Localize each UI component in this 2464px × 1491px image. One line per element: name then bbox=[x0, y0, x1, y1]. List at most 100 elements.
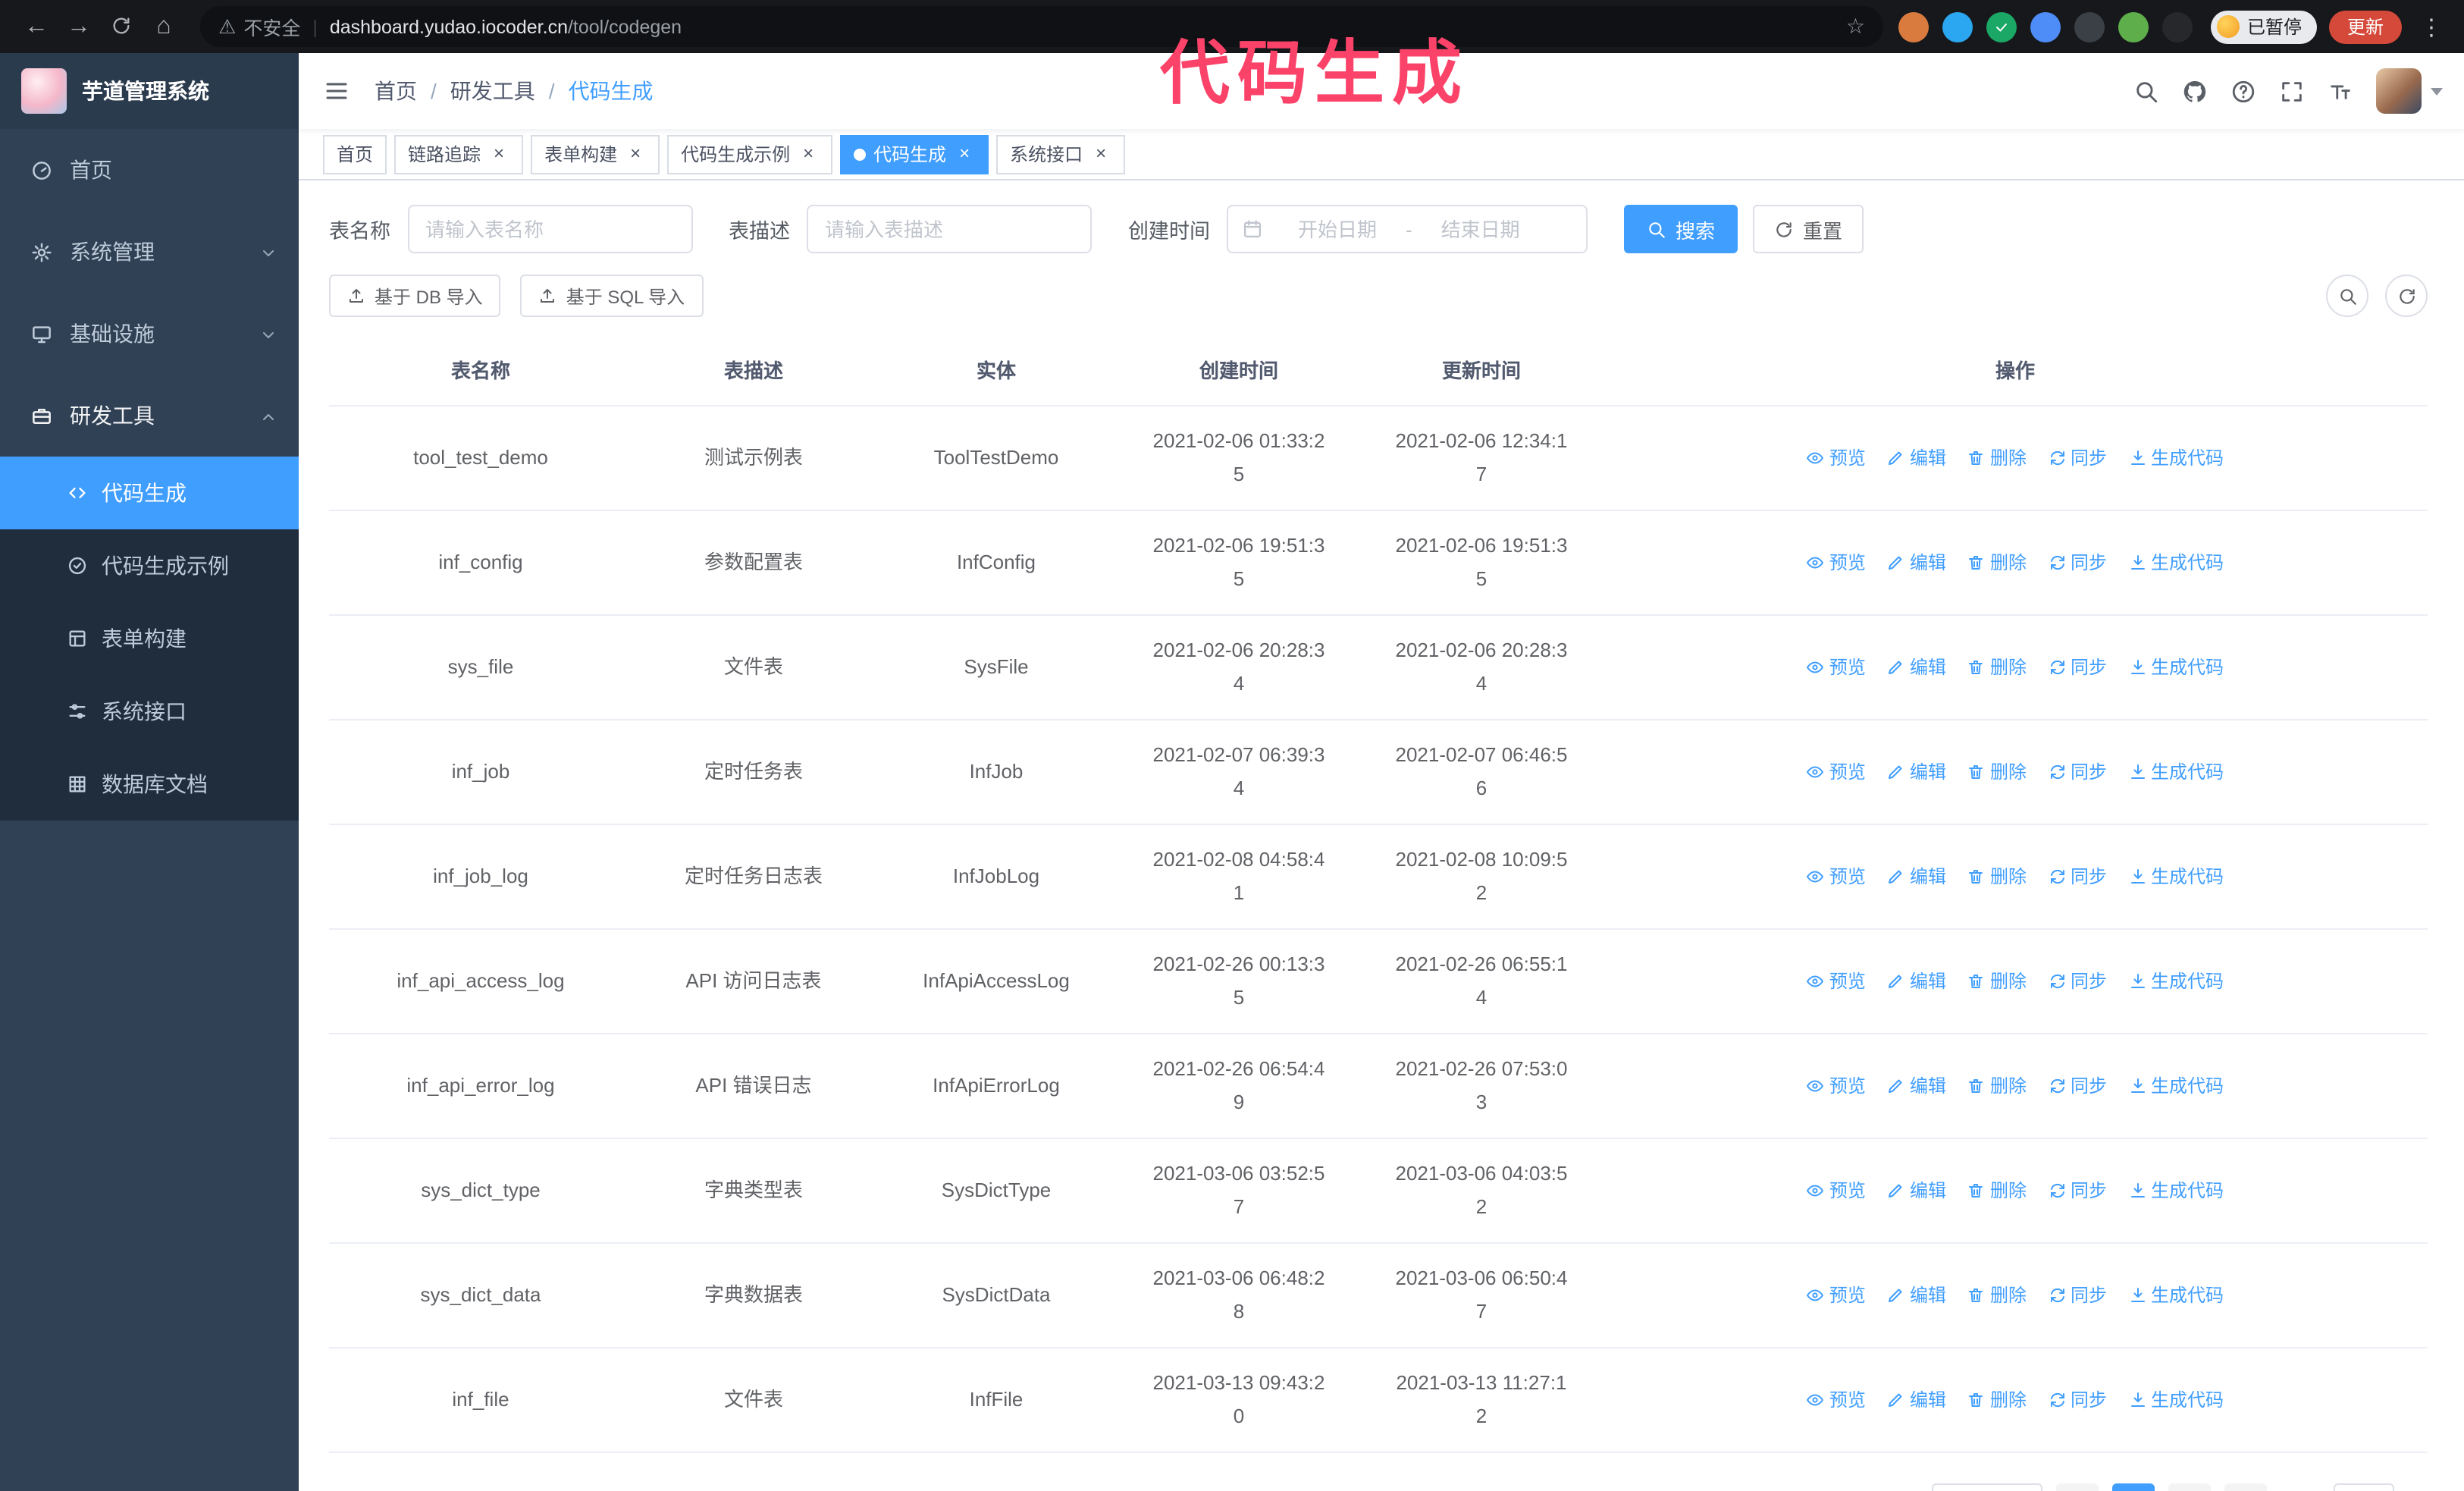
tab-close-icon[interactable]: × bbox=[1090, 143, 1111, 165]
reload-icon[interactable] bbox=[100, 13, 143, 40]
sync-link[interactable]: 同步 bbox=[2048, 1069, 2107, 1103]
tab-codegen[interactable]: 代码生成 × bbox=[840, 134, 989, 174]
preview-link[interactable]: 预览 bbox=[1807, 755, 1866, 789]
edit-link[interactable]: 编辑 bbox=[1887, 965, 1946, 998]
home-icon[interactable]: ⌂ bbox=[143, 13, 185, 40]
tab-form-builder[interactable]: 表单构建 × bbox=[531, 134, 660, 174]
page-size-select[interactable]: 10条/页 ▾ bbox=[1931, 1483, 2042, 1491]
sync-link[interactable]: 同步 bbox=[2048, 1174, 2107, 1207]
generate-code-link[interactable]: 生成代码 bbox=[2128, 441, 2224, 475]
edit-link[interactable]: 编辑 bbox=[1887, 860, 1946, 893]
sync-link[interactable]: 同步 bbox=[2048, 1279, 2107, 1312]
back-icon[interactable]: ← bbox=[15, 13, 58, 40]
search-button[interactable]: 搜索 bbox=[1624, 205, 1738, 253]
bookmark-star-icon[interactable]: ☆ bbox=[1846, 14, 1865, 39]
fullscreen-icon[interactable] bbox=[2267, 53, 2315, 129]
extension-icon[interactable] bbox=[1898, 11, 1929, 42]
tab-close-icon[interactable]: × bbox=[954, 143, 975, 165]
preview-link[interactable]: 预览 bbox=[1807, 1174, 1866, 1207]
delete-link[interactable]: 删除 bbox=[1967, 755, 2027, 789]
delete-link[interactable]: 删除 bbox=[1967, 965, 2027, 998]
generate-code-link[interactable]: 生成代码 bbox=[2128, 1279, 2224, 1312]
toggle-search-button[interactable] bbox=[2326, 275, 2368, 317]
edit-link[interactable]: 编辑 bbox=[1887, 1383, 1946, 1417]
delete-link[interactable]: 删除 bbox=[1967, 441, 2027, 475]
help-icon[interactable] bbox=[2218, 53, 2267, 129]
edit-link[interactable]: 编辑 bbox=[1887, 651, 1946, 684]
delete-link[interactable]: 删除 bbox=[1967, 1383, 2027, 1417]
generate-code-link[interactable]: 生成代码 bbox=[2128, 546, 2224, 579]
edit-link[interactable]: 编辑 bbox=[1887, 1174, 1946, 1207]
generate-code-link[interactable]: 生成代码 bbox=[2128, 1383, 2224, 1417]
tab-close-icon[interactable]: × bbox=[798, 143, 819, 165]
generate-code-link[interactable]: 生成代码 bbox=[2128, 651, 2224, 684]
forward-icon[interactable]: → bbox=[58, 13, 100, 40]
table-name-input[interactable] bbox=[407, 205, 692, 253]
sidebar-item-codegen[interactable]: 代码生成 bbox=[0, 457, 299, 529]
tab-system-api[interactable]: 系统接口 × bbox=[996, 134, 1126, 174]
delete-link[interactable]: 删除 bbox=[1967, 651, 2027, 684]
goto-page-input[interactable] bbox=[2333, 1483, 2394, 1491]
sync-link[interactable]: 同步 bbox=[2048, 441, 2107, 475]
sidebar-item-db-docs[interactable]: 数据库文档 bbox=[0, 748, 299, 821]
sync-link[interactable]: 同步 bbox=[2048, 1383, 2107, 1417]
preview-link[interactable]: 预览 bbox=[1807, 1383, 1866, 1417]
extension-icon[interactable] bbox=[2074, 11, 2105, 42]
import-sql-button[interactable]: 基于 SQL 导入 bbox=[520, 275, 704, 317]
edit-link[interactable]: 编辑 bbox=[1887, 441, 1946, 475]
security-label[interactable]: 不安全 bbox=[243, 12, 300, 41]
sidebar-item-home[interactable]: 首页 bbox=[0, 129, 299, 211]
browser-update-button[interactable]: 更新 bbox=[2328, 10, 2402, 43]
delete-link[interactable]: 删除 bbox=[1967, 1174, 2027, 1207]
tab-close-icon[interactable]: × bbox=[625, 143, 646, 165]
sidebar-item-infra[interactable]: 基础设施 bbox=[0, 293, 299, 375]
end-date-input[interactable] bbox=[1415, 218, 1546, 240]
sidebar-item-system[interactable]: 系统管理 bbox=[0, 211, 299, 293]
generate-code-link[interactable]: 生成代码 bbox=[2128, 755, 2224, 789]
page-button-2[interactable]: 2 bbox=[2168, 1483, 2211, 1491]
refresh-table-button[interactable] bbox=[2385, 275, 2428, 317]
preview-link[interactable]: 预览 bbox=[1807, 860, 1866, 893]
tab-close-icon[interactable]: × bbox=[488, 143, 509, 165]
generate-code-link[interactable]: 生成代码 bbox=[2128, 1069, 2224, 1103]
sync-link[interactable]: 同步 bbox=[2048, 651, 2107, 684]
sidebar-item-form-builder[interactable]: 表单构建 bbox=[0, 602, 299, 675]
date-range-picker[interactable]: - bbox=[1227, 205, 1588, 253]
sidebar-toggle[interactable] bbox=[299, 77, 375, 105]
browser-menu-icon[interactable]: ⋮ bbox=[2414, 13, 2449, 40]
preview-link[interactable]: 预览 bbox=[1807, 546, 1866, 579]
user-avatar[interactable] bbox=[2376, 68, 2422, 114]
generate-code-link[interactable]: 生成代码 bbox=[2128, 1174, 2224, 1207]
tab-home[interactable]: 首页 bbox=[323, 134, 387, 174]
table-desc-input[interactable] bbox=[807, 205, 1092, 253]
sync-link[interactable]: 同步 bbox=[2048, 755, 2107, 789]
start-date-input[interactable] bbox=[1272, 218, 1403, 240]
preview-link[interactable]: 预览 bbox=[1807, 651, 1866, 684]
address-bar[interactable]: ⚠ 不安全 | dashboard.yudao.iocoder.cn /tool… bbox=[200, 6, 1883, 47]
sidebar-item-codegen-example[interactable]: 代码生成示例 bbox=[0, 529, 299, 602]
extension-icon[interactable] bbox=[2118, 11, 2149, 42]
github-icon[interactable] bbox=[2170, 53, 2218, 129]
edit-link[interactable]: 编辑 bbox=[1887, 546, 1946, 579]
app-logo[interactable]: 芋道管理系统 bbox=[0, 53, 299, 129]
extension-icon[interactable] bbox=[2161, 11, 2193, 42]
generate-code-link[interactable]: 生成代码 bbox=[2128, 860, 2224, 893]
breadcrumb-home[interactable]: 首页 bbox=[375, 76, 417, 106]
delete-link[interactable]: 删除 bbox=[1967, 860, 2027, 893]
breadcrumb-devtools[interactable]: 研发工具 bbox=[450, 76, 535, 106]
sync-link[interactable]: 同步 bbox=[2048, 965, 2107, 998]
sidebar-item-system-api[interactable]: 系统接口 bbox=[0, 675, 299, 748]
delete-link[interactable]: 删除 bbox=[1967, 546, 2027, 579]
preview-link[interactable]: 预览 bbox=[1807, 1279, 1866, 1312]
extension-icon[interactable] bbox=[1986, 11, 2017, 42]
sync-link[interactable]: 同步 bbox=[2048, 546, 2107, 579]
edit-link[interactable]: 编辑 bbox=[1887, 755, 1946, 789]
prev-page-button[interactable]: ‹ bbox=[2055, 1483, 2099, 1491]
font-size-icon[interactable] bbox=[2315, 53, 2364, 129]
extension-icon[interactable] bbox=[1942, 11, 1973, 42]
delete-link[interactable]: 删除 bbox=[1967, 1069, 2027, 1103]
delete-link[interactable]: 删除 bbox=[1967, 1279, 2027, 1312]
tab-tracing[interactable]: 链路追踪 × bbox=[394, 134, 524, 174]
preview-link[interactable]: 预览 bbox=[1807, 1069, 1866, 1103]
next-page-button[interactable]: › bbox=[2224, 1483, 2267, 1491]
